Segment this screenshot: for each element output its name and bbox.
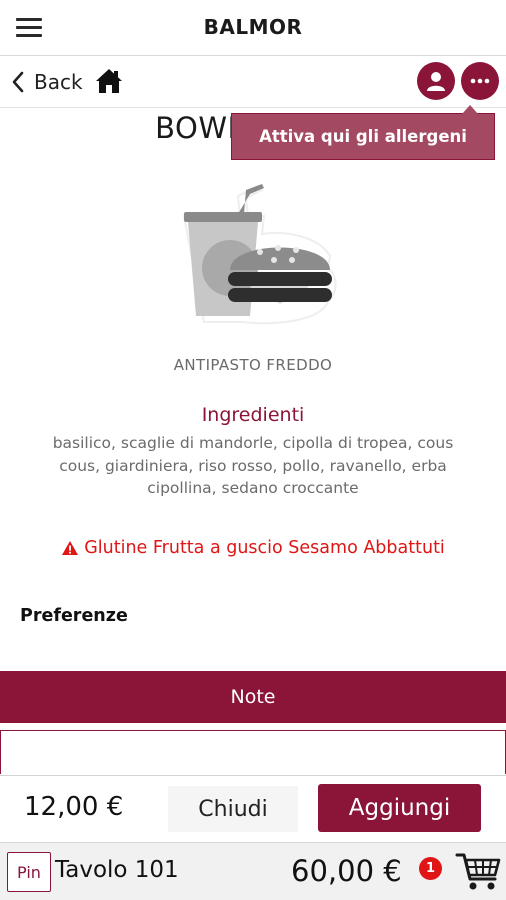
chevron-left-icon: [12, 71, 24, 93]
back-label: Back: [34, 70, 83, 94]
pin-button[interactable]: Pin: [7, 852, 51, 892]
tooltip-text: Attiva qui gli allergeni: [259, 127, 467, 146]
table-label: Tavolo 101: [55, 857, 179, 883]
home-icon[interactable]: [94, 66, 124, 96]
cart-count-badge: 1: [419, 857, 442, 880]
note-header: Note: [0, 671, 506, 723]
action-row: 12,00 € Chiudi Aggiungi: [0, 775, 506, 841]
shopping-cart-icon[interactable]: [455, 850, 501, 892]
dish-category: ANTIPASTO FREDDO: [173, 356, 333, 374]
more-options-icon[interactable]: [461, 62, 499, 100]
note-label: Note: [230, 686, 276, 708]
order-footer: Pin Tavolo 101 60,00 € 1: [0, 842, 506, 900]
order-total: 60,00 €: [291, 854, 402, 888]
warning-icon: [62, 541, 79, 555]
preferences-label: Preferenze: [20, 606, 128, 626]
unit-price: 12,00 €: [24, 792, 124, 822]
app-title: BALMOR: [203, 15, 303, 39]
note-input[interactable]: [0, 730, 506, 774]
drink-burger-placeholder-icon: [170, 176, 342, 328]
close-button[interactable]: Chiudi: [168, 786, 298, 832]
user-icon[interactable]: [417, 62, 455, 100]
allergens-warning: Glutine Frutta a guscio Sesamo Abbattuti: [0, 538, 506, 558]
app-header: BALMOR: [0, 0, 506, 56]
ingredients-list: basilico, scaglie di mandorle, cipolla d…: [52, 434, 454, 497]
allergens-text: Glutine Frutta a guscio Sesamo Abbattuti: [84, 538, 445, 558]
ingredients-heading: Ingredienti: [201, 404, 305, 426]
allergen-tooltip[interactable]: Attiva qui gli allergeni: [231, 105, 495, 160]
back-button[interactable]: Back: [10, 68, 83, 96]
add-button[interactable]: Aggiungi: [318, 784, 481, 832]
nav-bar: Back: [0, 56, 506, 108]
